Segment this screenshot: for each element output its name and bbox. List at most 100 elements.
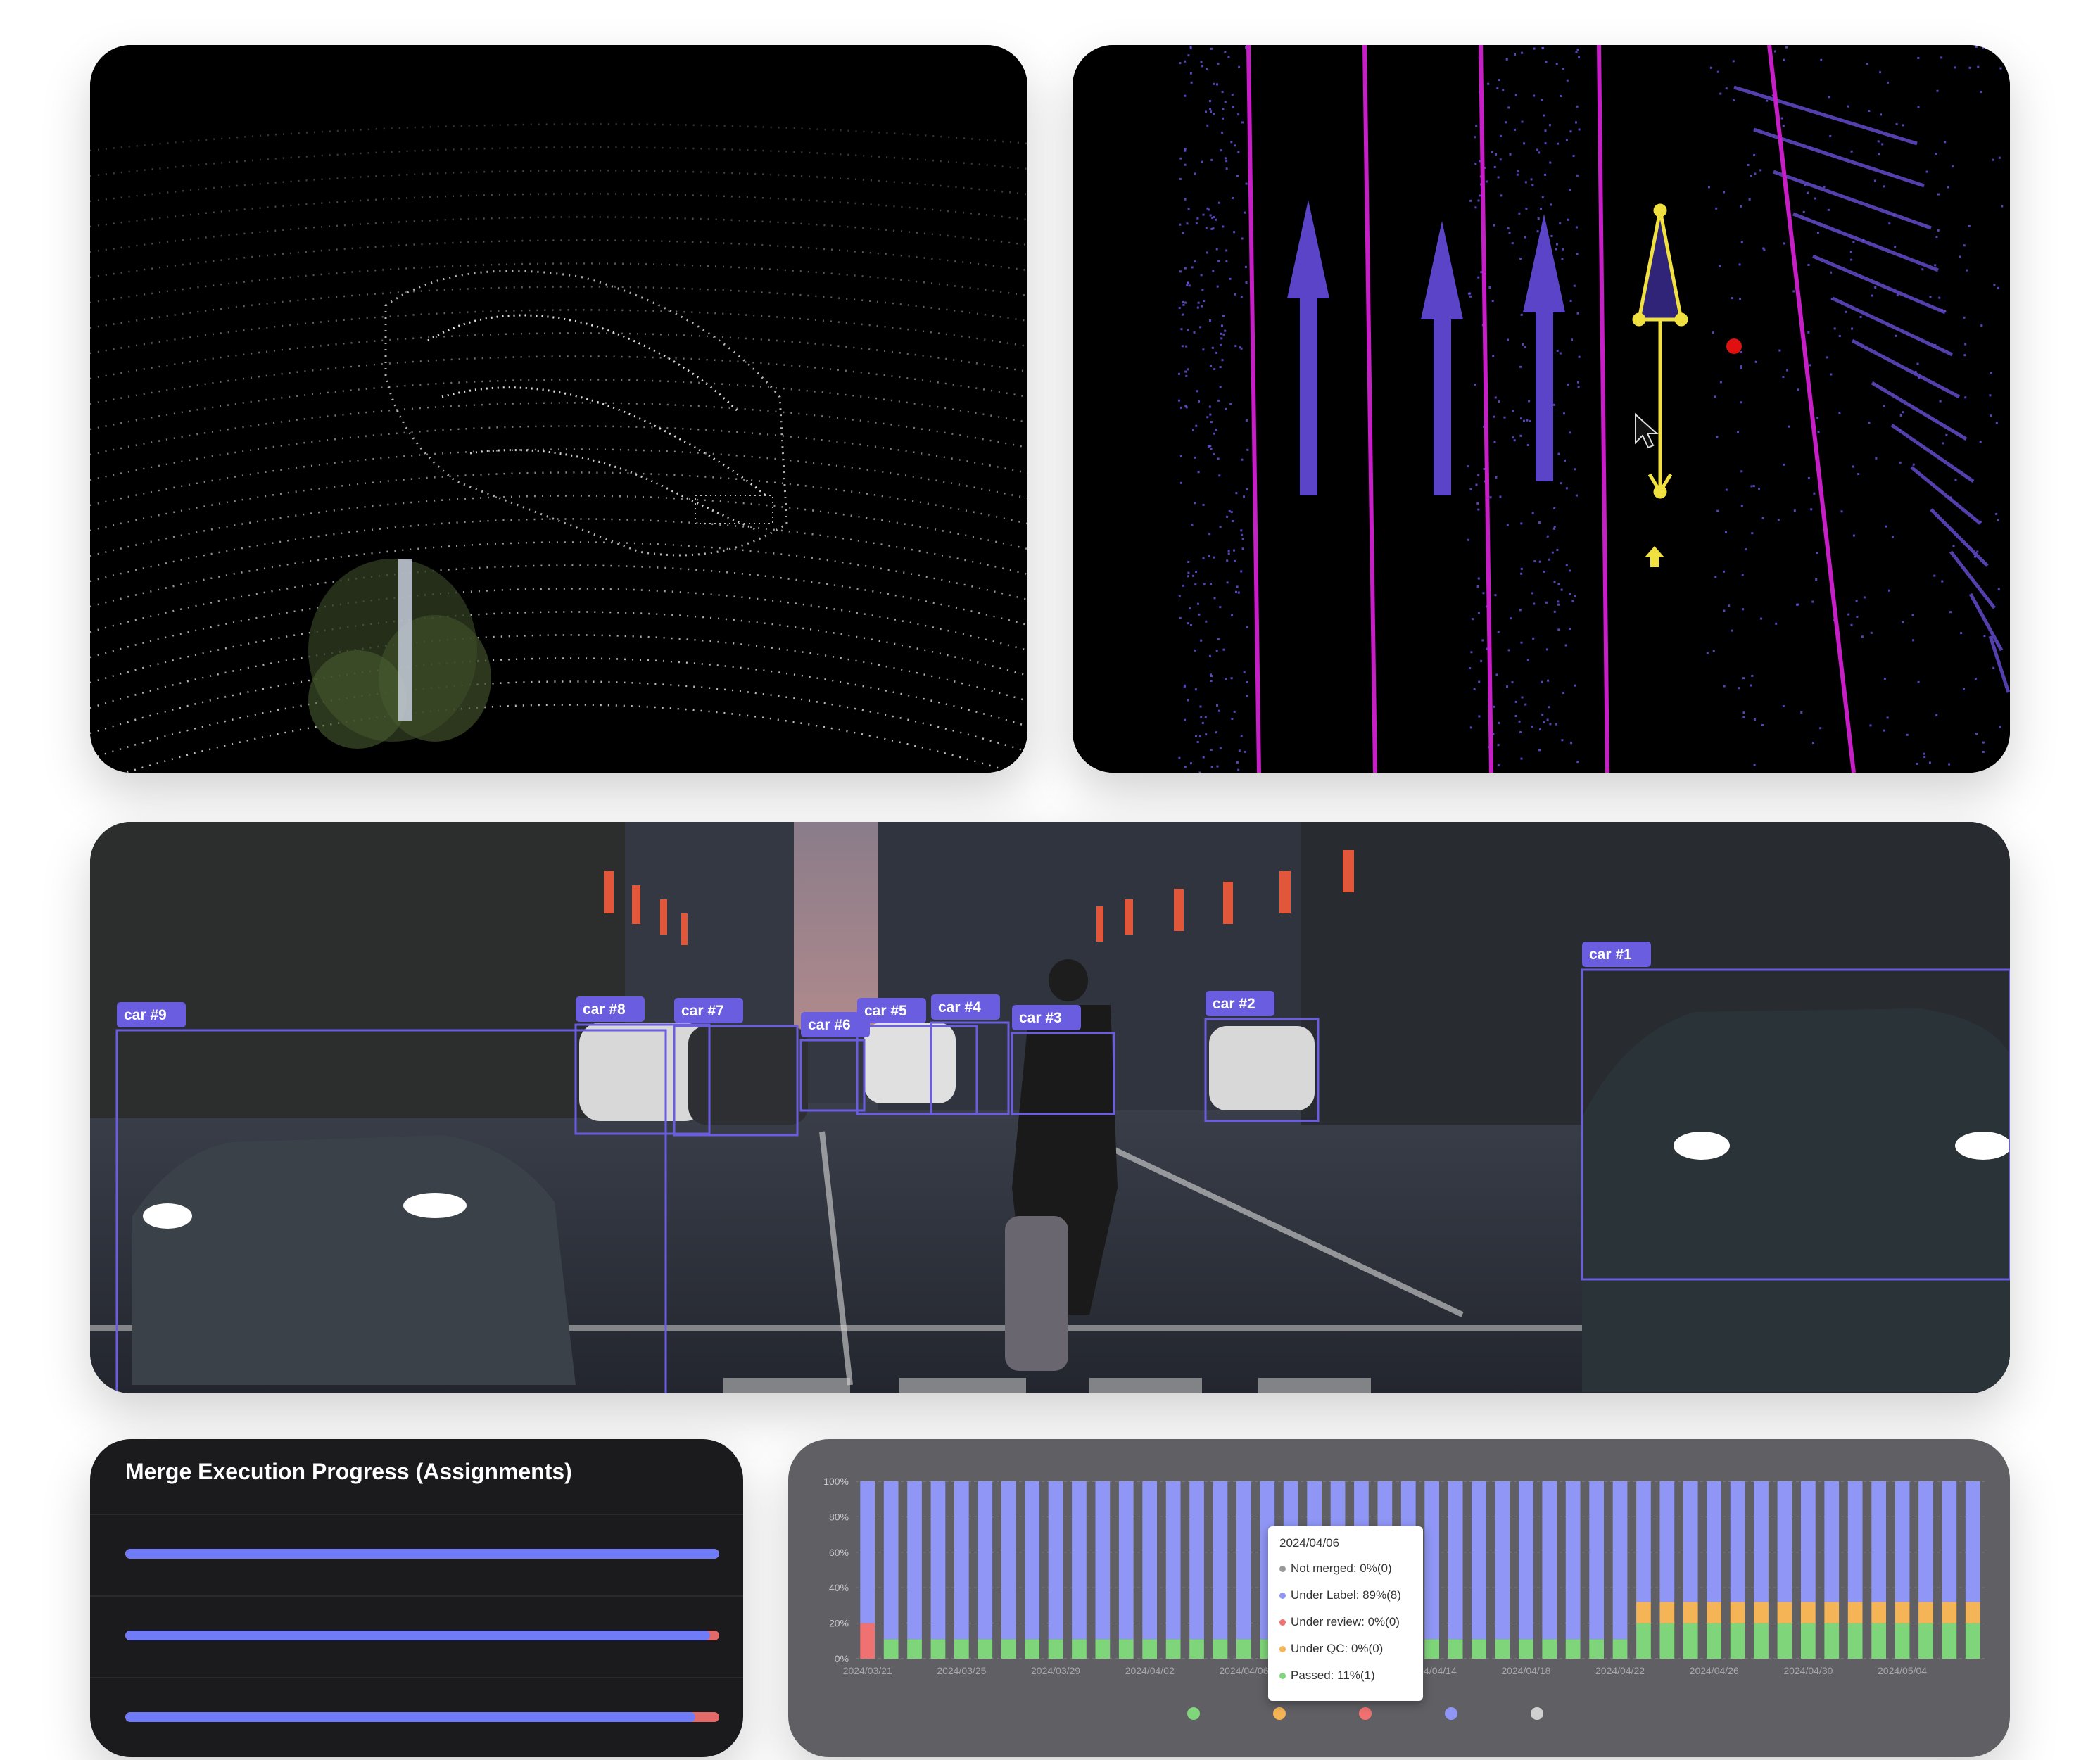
car-shape-5 (864, 1023, 956, 1103)
map-point (1210, 448, 1213, 450)
map-point (1968, 66, 1971, 69)
x-tick-label: 2024/03/21 (843, 1665, 892, 1676)
map-point (1564, 459, 1566, 462)
map-point (1829, 134, 1832, 137)
map-point (1850, 150, 1853, 153)
map-point (1244, 750, 1246, 753)
map-point (1852, 465, 1854, 468)
map-point (1225, 167, 1228, 170)
map-point (1960, 632, 1963, 635)
street-annotation-view[interactable]: car #9 car #8 car #7 car #6 car #5 car #4 car … (90, 822, 2010, 1393)
merge-progress-row[interactable] (90, 1597, 743, 1678)
map-point (1209, 445, 1212, 448)
map-point (1474, 206, 1477, 209)
map-point (1187, 329, 1189, 331)
map-point (1520, 417, 1522, 420)
map-point (1556, 243, 1558, 246)
map-point (1215, 218, 1217, 221)
map-point (1577, 381, 1579, 384)
lidar-pointcloud-view[interactable] (90, 45, 1027, 773)
tooltip-row-under-qc: Under QC: 0%(0) (1279, 1642, 1383, 1656)
bar-segment-under-label (1942, 1481, 1957, 1602)
map-point (1217, 457, 1220, 460)
map-point (1208, 555, 1210, 557)
map-point (1533, 560, 1536, 563)
map-point (1206, 68, 1208, 70)
map-point (1182, 584, 1185, 587)
map-point (1877, 140, 1880, 143)
merge-progress-panel: Merge Execution Progress (Assignments) (90, 1439, 743, 1757)
map-point (1204, 716, 1207, 718)
map-point (1802, 210, 1805, 213)
map-point (1538, 521, 1541, 524)
map-point (1537, 217, 1540, 220)
map-point (1562, 692, 1565, 695)
map-point (1224, 157, 1227, 160)
map-point (1476, 585, 1479, 588)
map-point (1883, 729, 1885, 732)
map-point (1541, 680, 1543, 683)
map-point (1902, 621, 1904, 623)
map-point (1576, 253, 1579, 255)
map-point (1215, 731, 1217, 734)
bar-segment-passed (1683, 1623, 1698, 1659)
bar-segment-passed (978, 1639, 993, 1659)
map-point (1543, 570, 1545, 573)
map-point (1775, 622, 1778, 625)
status-distribution-chart[interactable]: 100% 80% 60% 40% 20% 0% 2024/03/21 2024/03/25 2… (788, 1439, 2010, 1757)
map-point (1811, 600, 1814, 603)
map-point (1974, 678, 1977, 680)
map-point (1178, 307, 1181, 309)
map-point (1519, 434, 1522, 437)
map-point (1912, 639, 1915, 642)
map-point (1197, 301, 1200, 304)
map-point (1187, 208, 1190, 210)
map-point (1246, 626, 1248, 628)
tooltip-row-not-merged: Not merged: 0%(0) (1279, 1562, 1392, 1576)
map-point (1184, 405, 1187, 407)
map-point (1747, 164, 1750, 166)
map-point (1236, 175, 1239, 177)
map-point (1209, 108, 1212, 110)
map-point (1906, 733, 1909, 736)
hd-map-annotation-view[interactable] (1073, 45, 2010, 773)
map-point (1224, 101, 1227, 103)
map-point (1759, 169, 1762, 172)
merge-progress-row[interactable] (90, 1515, 743, 1597)
y-tick-label: 0% (835, 1653, 849, 1664)
map-point (1934, 264, 1937, 267)
map-point (1216, 765, 1219, 768)
map-point (1738, 687, 1740, 690)
map-point (1788, 425, 1790, 428)
map-point (1497, 631, 1500, 633)
map-point (1221, 324, 1223, 327)
map-point (1847, 105, 1849, 108)
map-point (1852, 241, 1855, 243)
map-point (1187, 54, 1190, 57)
map-point (1716, 509, 1719, 512)
map-point (1210, 365, 1213, 367)
merge-progress-row[interactable] (90, 1678, 743, 1757)
map-point (1240, 570, 1243, 573)
map-point (1246, 448, 1249, 451)
map-point (1195, 735, 1197, 737)
map-point (1192, 574, 1195, 577)
map-point (1507, 649, 1510, 652)
bar-segment-passed (1095, 1639, 1111, 1659)
map-point (1751, 532, 1754, 535)
bar-segment-passed (1942, 1623, 1957, 1659)
map-point (1816, 552, 1818, 554)
map-point (1550, 234, 1553, 237)
map-point (1518, 212, 1521, 215)
bar-segment-passed (1189, 1639, 1204, 1659)
map-point (1543, 114, 1545, 117)
map-point (1731, 297, 1733, 300)
map-point (1855, 600, 1858, 602)
bar-segment-under-qc (1659, 1602, 1675, 1623)
bounding-box-label: car #7 (681, 1003, 724, 1019)
map-point (1227, 552, 1230, 555)
map-point (1823, 185, 1826, 188)
map-point (1533, 94, 1536, 97)
bar-segment-under-label (1754, 1481, 1769, 1602)
map-point (1524, 181, 1527, 184)
